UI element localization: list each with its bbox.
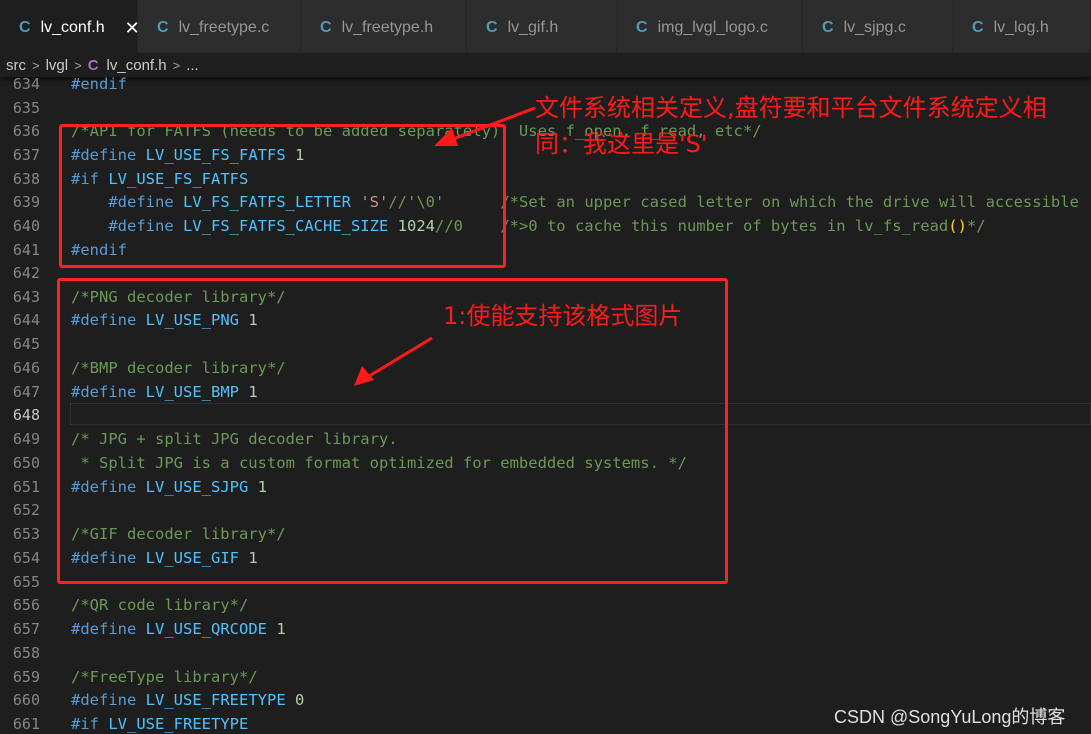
annotation-decoder: 1:使能支持该格式图片	[443, 302, 683, 330]
line-number: 638	[12, 170, 40, 188]
line-number: 659	[12, 668, 40, 686]
code-token: LV_USE_FREETYPE	[108, 715, 249, 733]
code-line: 656 /*QR code library*/	[0, 593, 1091, 617]
code-token: /*QR code library*/	[71, 596, 249, 614]
tab-label: lv_sjpg.c	[843, 19, 906, 36]
tab-lv-gif-h[interactable]: C lv_gif.h	[467, 0, 617, 56]
c-file-icon: C	[87, 56, 99, 74]
code-token: LV_USE_FREETYPE	[145, 691, 286, 709]
c-file-icon: C	[486, 19, 498, 36]
tab-lv-sjpg-c[interactable]: C lv_sjpg.c	[803, 0, 953, 56]
code-token: */	[966, 217, 986, 235]
tab-lv-log-h[interactable]: C lv_log.h	[953, 0, 1091, 56]
breadcrumb-src[interactable]: src	[6, 57, 26, 74]
tab-label: lv_gif.h	[507, 19, 559, 36]
line-number: 639	[12, 193, 40, 211]
line-number: 640	[12, 217, 40, 235]
c-file-icon: C	[157, 19, 169, 36]
code-token: #define	[71, 620, 137, 638]
line-number: 658	[12, 644, 40, 662]
line-number: 634	[12, 75, 40, 93]
code-token: 1	[276, 620, 286, 638]
tab-lv-freetype-h[interactable]: C lv_freetype.h	[301, 0, 467, 56]
line-number: 657	[12, 620, 40, 638]
chevron-right-icon: >	[32, 57, 40, 73]
watermark: CSDN @SongYuLong的博客	[834, 707, 1066, 727]
line-number: 636	[12, 122, 40, 140]
c-file-icon: C	[320, 19, 332, 36]
line-number: 661	[12, 715, 40, 733]
code-line: 634 #endif	[0, 72, 1091, 96]
code-line: 659 /*FreeType library*/	[0, 665, 1091, 689]
line-number: 637	[12, 146, 40, 164]
line-number: 652	[12, 501, 40, 519]
line-number: 651	[12, 478, 40, 496]
tab-lv-freetype-c[interactable]: C lv_freetype.c	[138, 0, 301, 56]
editor-tab-bar: C lv_conf.h ✕ C lv_freetype.c C lv_freet…	[0, 0, 1091, 56]
line-number: 641	[12, 241, 40, 259]
fatfs-highlight-box	[59, 124, 506, 268]
annotation-fs-line2: 同：我这里是'S'	[535, 130, 708, 158]
line-number: 644	[12, 311, 40, 329]
chevron-right-icon: >	[172, 57, 181, 73]
tab-lv-conf-h[interactable]: C lv_conf.h ✕	[0, 0, 140, 56]
code-line: 657 #define LV_USE_QRCODE 1	[0, 617, 1091, 641]
breadcrumb-more[interactable]: ...	[186, 57, 199, 74]
c-file-icon: C	[636, 19, 648, 36]
line-number: 650	[12, 454, 40, 472]
code-token: #endif	[71, 75, 127, 93]
code-token: LV_USE_QRCODE	[145, 620, 267, 638]
code-token: #if	[71, 715, 99, 733]
line-number: 655	[12, 573, 40, 591]
annotation-fs-line1: 文件系统相关定义,盘符要和平台文件系统定义相	[535, 94, 1047, 122]
code-token: /*FreeType library*/	[71, 668, 258, 686]
breadcrumb-file[interactable]: lv_conf.h	[107, 57, 167, 74]
chevron-right-icon: >	[74, 57, 82, 73]
line-number: 647	[12, 383, 40, 401]
line-number: 646	[12, 359, 40, 377]
line-number: 645	[12, 335, 40, 353]
tab-label: img_lvgl_logo.c	[657, 19, 768, 36]
line-number: 643	[12, 288, 40, 306]
code-token: 0	[295, 691, 305, 709]
tab-label: lv_log.h	[993, 19, 1049, 36]
c-file-icon: C	[972, 19, 984, 36]
code-line: 658	[0, 641, 1091, 665]
line-number: 642	[12, 264, 40, 282]
line-number: 660	[12, 691, 40, 709]
c-file-icon: C	[822, 19, 834, 36]
line-number: 648	[12, 406, 40, 424]
code-token: ()	[948, 217, 967, 235]
line-number: 649	[12, 430, 40, 448]
tab-label: lv_conf.h	[40, 19, 105, 36]
code-token: /*Set an upper cased letter on which the…	[500, 193, 1079, 211]
line-number: 635	[12, 99, 40, 117]
line-number: 656	[12, 596, 40, 614]
tab-img-lvgl-logo-c[interactable]: C img_lvgl_logo.c	[617, 0, 803, 56]
breadcrumb-lvgl[interactable]: lvgl	[46, 57, 69, 74]
code-token: /*>0 to cache this number of bytes in lv…	[500, 217, 949, 235]
c-file-icon: C	[19, 19, 31, 36]
tab-label: lv_freetype.c	[178, 19, 270, 36]
line-number: 653	[12, 525, 40, 543]
tab-label: lv_freetype.h	[341, 19, 434, 36]
code-token: #define	[71, 691, 137, 709]
line-number: 654	[12, 549, 40, 567]
